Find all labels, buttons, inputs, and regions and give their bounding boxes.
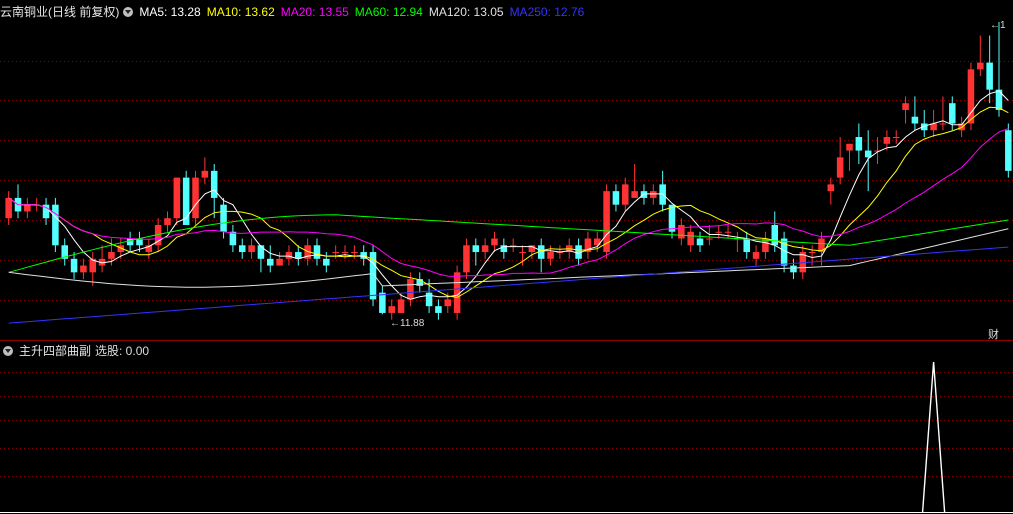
ma250-label: MA250: 12.76 bbox=[509, 5, 585, 19]
candle-body-29 bbox=[276, 258, 283, 266]
candle-body-7 bbox=[70, 258, 78, 273]
candle-body-74 bbox=[696, 238, 704, 246]
candle-body-104 bbox=[977, 62, 984, 70]
stock-title[interactable]: 云南铜业(日线 前复权) bbox=[0, 5, 119, 19]
candle-body-23 bbox=[220, 204, 227, 232]
candle-body-95 bbox=[892, 137, 900, 139]
candle-body-91 bbox=[855, 137, 863, 151]
candle-body-49 bbox=[463, 245, 470, 273]
candle-body-45 bbox=[425, 292, 433, 307]
candle-body-72 bbox=[678, 224, 685, 239]
candle-body-58 bbox=[547, 252, 554, 259]
indicator-spike bbox=[921, 361, 946, 513]
candle-body-51 bbox=[481, 245, 489, 253]
candle-body-67 bbox=[631, 191, 638, 198]
candle-body-36 bbox=[341, 252, 349, 254]
candle-body-101 bbox=[949, 103, 956, 124]
candle-body-17 bbox=[164, 218, 171, 225]
candle-body-0 bbox=[5, 197, 12, 219]
ma10-label: MA10: 13.62 bbox=[206, 5, 275, 19]
ma-line-ma250 bbox=[8, 246, 1009, 324]
candle-body-97 bbox=[911, 116, 919, 124]
low-price-label: ←11.88 bbox=[390, 318, 425, 329]
candle-body-84 bbox=[790, 265, 797, 273]
candle-body-22 bbox=[210, 170, 218, 198]
candle-body-5 bbox=[52, 204, 59, 246]
high-price-label: ←1 bbox=[990, 20, 1006, 31]
candle-body-11 bbox=[108, 252, 115, 259]
candle-body-25 bbox=[238, 245, 246, 253]
candle-body-73 bbox=[687, 231, 694, 246]
candle-body-96 bbox=[902, 103, 909, 110]
candle-body-107 bbox=[1005, 130, 1012, 171]
candle-body-42 bbox=[397, 299, 405, 313]
candle-body-28 bbox=[266, 258, 274, 266]
candle-body-2 bbox=[24, 204, 31, 212]
candle-body-26 bbox=[248, 245, 255, 253]
candle-body-79 bbox=[743, 238, 751, 253]
candle-body-90 bbox=[846, 143, 853, 151]
indicator-title[interactable]: 主升四部曲副 bbox=[19, 344, 91, 358]
main-legend: 云南铜业(日线 前复权) MA5: 13.28 MA10: 13.62 MA20: 1… bbox=[0, 1, 590, 23]
candle-body-13 bbox=[126, 238, 134, 246]
candle-body-50 bbox=[472, 245, 480, 253]
candle-body-27 bbox=[257, 245, 265, 259]
candle-body-87 bbox=[818, 238, 825, 253]
finance-badge[interactable]: 财 bbox=[988, 326, 999, 342]
sub-legend: 主升四部曲副 选股: 0.00 bbox=[0, 340, 155, 362]
candle-body-24 bbox=[229, 231, 237, 246]
candle-body-76 bbox=[715, 231, 722, 233]
candle-body-94 bbox=[883, 137, 891, 144]
ma20-label: MA20: 13.55 bbox=[280, 5, 349, 19]
indicator-value: 选股: 0.00 bbox=[95, 344, 150, 358]
candle-body-40 bbox=[379, 292, 386, 313]
candle-body-75 bbox=[706, 238, 713, 240]
candle-body-92 bbox=[864, 150, 872, 158]
candle-body-52 bbox=[491, 238, 498, 246]
candle-body-55 bbox=[519, 252, 526, 254]
candle-body-66 bbox=[622, 184, 629, 205]
candle-body-43 bbox=[407, 279, 414, 300]
candle-body-34 bbox=[323, 258, 330, 266]
candle-body-41 bbox=[388, 306, 395, 313]
candle-body-80 bbox=[752, 252, 760, 259]
candle-body-71 bbox=[668, 204, 676, 232]
candle-body-30 bbox=[285, 252, 293, 259]
ma5-label: MA5: 13.28 bbox=[139, 5, 201, 19]
ma60-label: MA60: 12.94 bbox=[354, 5, 423, 19]
candle-body-89 bbox=[836, 157, 844, 178]
ma120-label: MA120: 13.05 bbox=[428, 5, 504, 19]
candle-body-88 bbox=[827, 184, 835, 192]
candle-body-18 bbox=[173, 177, 181, 219]
candle-body-21 bbox=[201, 170, 209, 178]
candle-body-82 bbox=[771, 224, 779, 246]
stock-chart[interactable] bbox=[0, 0, 1013, 514]
candle-body-46 bbox=[435, 306, 442, 313]
indicator-gear-icon[interactable] bbox=[3, 346, 13, 356]
candle-body-86 bbox=[808, 252, 816, 254]
candle-body-37 bbox=[351, 252, 358, 254]
candle-body-35 bbox=[332, 252, 339, 254]
candle-body-8 bbox=[80, 265, 87, 273]
settings-gear-icon[interactable] bbox=[123, 7, 134, 17]
candle-body-47 bbox=[444, 299, 452, 307]
candle-body-69 bbox=[650, 191, 657, 198]
candle-body-20 bbox=[192, 177, 199, 219]
candle-body-100 bbox=[939, 123, 947, 125]
candle-body-65 bbox=[612, 191, 620, 205]
candle-body-48 bbox=[453, 272, 461, 313]
candle-body-105 bbox=[986, 62, 993, 90]
candle-body-77 bbox=[724, 231, 732, 233]
ma-line-ma5 bbox=[8, 90, 1009, 300]
candle-body-33 bbox=[313, 245, 321, 259]
